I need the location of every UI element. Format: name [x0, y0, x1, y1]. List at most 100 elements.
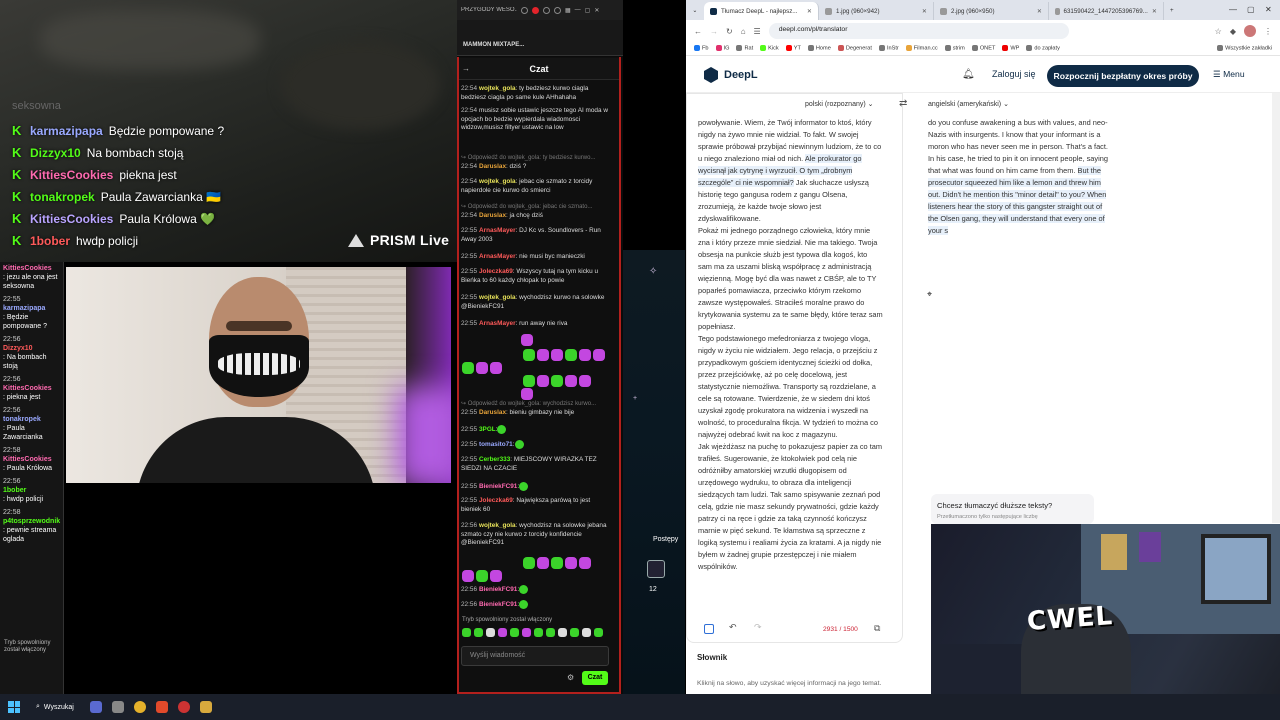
forward-icon[interactable]: → — [710, 27, 718, 36]
chat-username[interactable]: Joleczka69 — [479, 268, 513, 275]
chat-message-input[interactable]: Wyślij wiadomość — [461, 646, 609, 666]
game-add-icon[interactable]: + — [633, 395, 637, 402]
chat-username[interactable]: wojtek_gola — [479, 178, 516, 185]
profile-avatar[interactable] — [1244, 25, 1256, 37]
browser-tab[interactable]: Tłumacz DeepL - najlepsz... ✕ — [704, 2, 819, 20]
chat-window-titlebar[interactable]: PRZYGODY WESO... ▦ — ▢ ✕ — [457, 0, 623, 20]
record-icon[interactable] — [532, 6, 539, 14]
redo-icon[interactable]: ↷ — [754, 622, 762, 633]
chat-username[interactable]: wojtek_gola — [479, 522, 516, 529]
emote-icon[interactable] — [486, 628, 495, 637]
bookmark-item[interactable]: Fb — [694, 45, 709, 52]
clock-icon[interactable] — [543, 6, 550, 14]
chat-window-tab[interactable]: MAMMON MIXTAPE... — [463, 42, 617, 48]
chat-username[interactable]: BieniekFC91 — [479, 586, 517, 593]
chat-username[interactable]: tomasito71 — [479, 441, 513, 448]
tab-close-icon[interactable]: ✕ — [807, 8, 812, 15]
browser-menu-icon[interactable]: ⋮ — [1264, 27, 1272, 36]
deepl-logo[interactable]: DeepL — [704, 67, 758, 83]
emote-icon[interactable] — [594, 628, 603, 637]
browser-maximize-icon[interactable]: ▢ — [1247, 5, 1255, 14]
bookmark-item[interactable]: WP — [1002, 45, 1019, 52]
browser-tab[interactable]: 631590422_1447205396769... ✕ — [1049, 2, 1164, 20]
brave-icon[interactable] — [155, 701, 168, 713]
bookmark-item[interactable]: Kick — [760, 45, 779, 52]
chat-username[interactable]: Daruslax — [479, 212, 506, 219]
chat-username[interactable]: Daruslax — [479, 409, 506, 416]
discord-icon[interactable] — [89, 701, 102, 713]
back-icon[interactable]: ← — [694, 27, 702, 36]
bookmark-item[interactable]: Degenerat — [837, 45, 872, 52]
chat-username[interactable]: Joleczka69 — [479, 497, 513, 504]
game-checkbox-icon[interactable] — [647, 560, 665, 578]
tab-search-icon[interactable]: ⌄ — [686, 7, 704, 14]
bookmark-item[interactable]: Home — [807, 45, 831, 52]
longer-texts-card[interactable]: Chcesz tłumaczyć dłuższe teksty? Przetłu… — [931, 494, 1094, 524]
chat-send-button[interactable]: Czat — [582, 671, 608, 685]
emote-icon[interactable] — [570, 628, 579, 637]
emote-icon[interactable] — [474, 628, 483, 637]
mini-chat-panel[interactable]: KittiesCookies: jezu ale ona jest seksow… — [0, 262, 64, 694]
bookmark-item[interactable]: Wszystkie zakładki — [1217, 45, 1272, 52]
tab-close-icon[interactable]: ✕ — [1037, 8, 1042, 15]
minimize-icon[interactable]: — — [575, 7, 581, 13]
eye-icon[interactable] — [521, 6, 528, 14]
collapse-arrow-icon[interactable]: → — [462, 64, 470, 73]
browser-minimize-icon[interactable]: — — [1229, 5, 1237, 14]
chat-username[interactable]: ArnasMayer — [479, 320, 516, 327]
bookmark-star-icon[interactable]: ☆ — [1215, 27, 1222, 36]
copy-icon[interactable]: ⧉ — [874, 623, 880, 634]
bookmark-item[interactable]: IG — [715, 45, 729, 52]
close-icon[interactable]: ✕ — [594, 7, 599, 14]
bookmark-item[interactable]: InStr — [878, 45, 899, 52]
emote-bar[interactable] — [462, 628, 603, 637]
undo-icon[interactable]: ↶ — [729, 622, 737, 633]
new-tab-icon[interactable]: + — [1164, 7, 1180, 14]
obs-icon[interactable] — [177, 701, 190, 713]
emote-icon[interactable] — [546, 628, 555, 637]
browser-tab[interactable]: 2.jpg (960×950) ✕ — [934, 2, 1049, 20]
bookmark-item[interactable]: strim — [944, 45, 965, 52]
home-icon[interactable]: ⌂ — [741, 27, 746, 36]
menu-button[interactable]: ☰ Menu — [1213, 69, 1245, 80]
windows-start-icon[interactable] — [8, 701, 20, 713]
taskbar-search[interactable]: ⌕ Wyszukaj — [30, 703, 80, 711]
chat-username[interactable]: Daruslax — [479, 163, 506, 170]
extensions-icon[interactable]: ◆ — [1230, 27, 1236, 36]
notification-bell-icon[interactable]: 🔔︎ — [962, 69, 975, 80]
maximize-icon[interactable]: ▢ — [585, 7, 591, 14]
emote-icon[interactable] — [534, 628, 543, 637]
bookmark-item[interactable]: do zapłaty — [1026, 45, 1060, 52]
chat-username[interactable]: BieniekFC91 — [479, 601, 517, 608]
chat-username[interactable]: ArnasMayer — [479, 253, 516, 260]
chat-username[interactable]: BieniekFC91 — [479, 483, 517, 490]
page-scrollbar[interactable] — [1272, 93, 1280, 523]
chat-username[interactable]: wojtek_gola — [479, 294, 516, 301]
document-toggle-icon[interactable] — [704, 624, 714, 634]
chat-username[interactable]: ArnasMayer — [479, 227, 516, 234]
bookmark-item[interactable]: Filman.cc — [905, 45, 938, 52]
emote-icon[interactable] — [558, 628, 567, 637]
app-icon[interactable] — [199, 701, 212, 713]
grid-icon[interactable]: ▦ — [565, 7, 571, 14]
chat-username[interactable]: wojtek_gola — [479, 85, 516, 92]
bookmark-item[interactable]: YT — [785, 45, 801, 52]
target-language-selector[interactable]: angielski (amerykański) ⌄ — [928, 100, 1009, 108]
emote-icon[interactable] — [510, 628, 519, 637]
emote-icon[interactable] — [522, 628, 531, 637]
emote-icon[interactable] — [462, 628, 471, 637]
url-field[interactable]: deepl.com/pl/translator — [768, 23, 1069, 39]
emote-icon[interactable] — [582, 628, 591, 637]
reload-icon[interactable]: ↻ — [726, 27, 733, 36]
swap-languages-icon[interactable]: ⇄ — [899, 98, 907, 109]
bookmark-item[interactable]: ONET — [971, 45, 995, 52]
browser-tab[interactable]: 1.jpg (960×942) ✕ — [819, 2, 934, 20]
tab-close-icon[interactable]: ✕ — [1152, 8, 1157, 15]
browser-close-icon[interactable]: ✕ — [1265, 5, 1272, 14]
source-textarea[interactable]: powoływanie. Wiem, że Twój informator to… — [698, 117, 883, 605]
translation-output[interactable]: do you confuse awakening a bus with valu… — [928, 117, 1113, 247]
chrome-icon[interactable] — [133, 701, 146, 713]
file-explorer-icon[interactable] — [111, 701, 124, 713]
chat-username[interactable]: 3PGL — [479, 426, 496, 433]
login-link[interactable]: Zaloguj się — [992, 69, 1036, 79]
